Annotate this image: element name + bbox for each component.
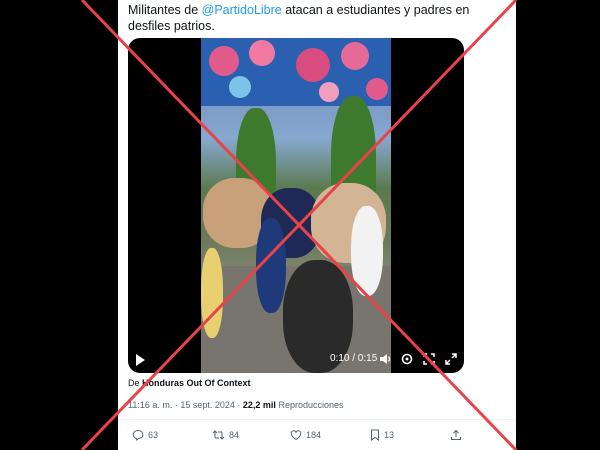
views-count: 22,2 mil	[242, 400, 276, 410]
tweet-card: Militantes de @PartidoLibre atacan a est…	[118, 0, 516, 450]
tweet-timestamp[interactable]: 11:16 a. m. · 15 sept. 2024 ·	[128, 400, 243, 410]
video-attribution[interactable]: De Honduras Out Of Context	[128, 378, 251, 388]
bookmark-count: 13	[384, 430, 395, 440]
bookmark-icon	[371, 429, 379, 441]
reply-count: 63	[148, 430, 159, 440]
tweet-meta: 11:16 a. m. · 15 sept. 2024 · 22,2 mil R…	[128, 400, 343, 410]
heart-icon	[290, 430, 302, 441]
bookmark-button[interactable]: 13	[370, 428, 394, 442]
repost-button[interactable]: 84	[212, 428, 239, 442]
attribution-prefix: De	[128, 378, 143, 388]
fullscreen-icon[interactable]	[422, 352, 436, 366]
repost-count: 84	[229, 430, 240, 440]
reply-icon	[132, 429, 144, 441]
views-label: Reproducciones	[275, 400, 344, 410]
play-icon[interactable]	[136, 354, 145, 366]
tweet-text: Militantes de @PartidoLibre atacan a est…	[128, 2, 508, 34]
tweet-text-before: Militantes de	[128, 3, 202, 17]
flower-banner	[201, 38, 391, 106]
divider	[118, 419, 516, 420]
like-button[interactable]: 184	[290, 428, 321, 442]
reply-button[interactable]: 63	[132, 428, 158, 442]
share-icon	[451, 429, 461, 440]
like-count: 184	[306, 430, 322, 440]
video-time: 0:10 / 0:15	[330, 353, 378, 364]
repost-icon	[212, 430, 225, 440]
video-player[interactable]: 0:10 / 0:15	[128, 38, 464, 373]
video-frame	[201, 38, 391, 373]
share-button[interactable]	[450, 428, 466, 442]
settings-icon[interactable]	[400, 352, 414, 366]
mention-link[interactable]: @PartidoLibre	[202, 3, 282, 17]
attribution-source[interactable]: Honduras Out Of Context	[142, 378, 251, 388]
expand-icon[interactable]	[444, 352, 458, 366]
volume-icon[interactable]	[378, 352, 392, 366]
